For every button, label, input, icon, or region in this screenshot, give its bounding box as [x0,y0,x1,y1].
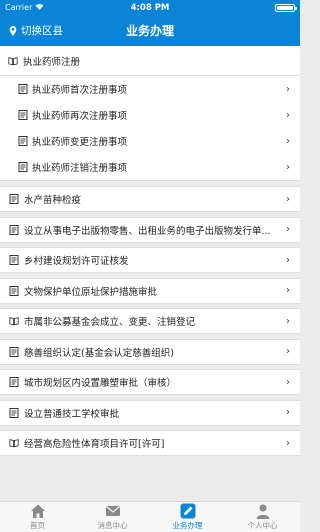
wifi-icon [35,3,44,12]
chevron-right-icon: › [286,109,290,121]
document-icon [9,377,19,387]
service-row[interactable]: 经营高危险性体育项目许可[许可] › [0,430,300,456]
carrier-label: Carrier [5,3,33,12]
tab-label: 业务办理 [172,521,203,530]
service-row-label: 慈善组织认定(基金会认定慈善组织) [24,347,174,359]
region-label: 切换区县 [21,25,63,37]
document-icon [18,136,28,146]
tab-home[interactable]: 首页 [0,502,75,532]
location-pin-icon [9,25,17,36]
document-icon [9,346,19,357]
service-row[interactable]: 水产苗种检疫 › [0,186,300,212]
document-icon [9,194,19,204]
chevron-right-icon: › [286,285,290,296]
service-row-label: 乡村建设规划许可证核发 [24,256,129,267]
chevron-right-icon: › [286,407,290,418]
chevron-right-icon: › [286,83,290,95]
battery-icon [275,3,297,12]
service-row-label: 市属非公募基金会成立、变更、注销登记 [24,317,196,328]
document-icon [9,255,19,265]
group-title: 执业药师注册 [23,56,81,68]
service-row-label: 城市规划区内设置雕塑审批（审核） [24,378,177,389]
tab-message[interactable]: 消息中心 [75,502,150,532]
tab-label: 首页 [30,521,45,530]
service-sub-item[interactable]: 执业药师再次注册事项 › [0,102,300,128]
service-row[interactable]: 设立从事电子出版物零售、出租业务的电子出版物发行单... › [0,216,300,243]
tab-user[interactable]: 个人中心 [225,502,300,532]
user-icon [255,503,271,519]
status-bar: Carrier 4:08 PM [0,0,300,15]
message-icon [105,503,121,519]
chevron-right-icon: › [286,315,290,327]
chevron-right-icon: › [286,193,290,205]
service-row-label: 水产苗种检疫 [24,195,82,206]
document-icon [18,110,28,120]
service-row[interactable]: 设立普通技工学校审批 › [0,399,300,426]
tab-label: 个人中心 [247,521,278,530]
service-row[interactable]: 城市规划区内设置雕塑审批（审核） › [0,369,300,395]
service-sub-item[interactable]: 执业药师首次注册事项 › [0,76,300,102]
service-sub-item[interactable]: 执业药师注销注册事项 › [0,154,300,180]
tab-bar: 首页 消息中心 业务办理 个人中心 [0,501,300,532]
service-sub-item[interactable]: 执业药师变更注册事项 › [0,128,300,154]
chevron-right-icon: › [286,161,290,173]
service-sub-item-label: 执业药师首次注册事项 [32,85,128,96]
chevron-right-icon: › [286,254,290,266]
home-icon [30,503,46,519]
service-row-label: 文物保护单位原址保护措施审批 [24,286,158,298]
chevron-right-icon: › [286,135,290,147]
edit-icon [180,503,196,519]
document-icon [9,407,19,418]
tab-label: 消息中心 [97,521,128,530]
service-row-label: 设立从事电子出版物零售、出租业务的电子出版物发行单... [24,225,271,237]
service-list: 执业药师注册 执业药师首次注册事项 › 执业药师再次注册事项 › 执业药师变更注册事项 ›… [0,46,300,501]
service-row[interactable]: 乡村建设规划许可证核发 › [0,247,300,273]
document-icon [9,224,19,235]
chevron-right-icon: › [286,346,290,357]
service-row[interactable]: 慈善组织认定(基金会认定慈善组织) › [0,338,300,365]
tab-edit[interactable]: 业务办理 [150,502,225,532]
pharmacist-group: 执业药师注册 执业药师首次注册事项 › 执业药师再次注册事项 › 执业药师变更注册事项 ›… [0,46,300,181]
status-time: 4:08 PM [130,2,170,13]
chevron-right-icon: › [286,224,290,235]
service-sub-item-label: 执业药师变更注册事项 [32,137,128,148]
document-icon [18,162,28,172]
service-row[interactable]: 文物保护单位原址保护措施审批 › [0,277,300,304]
chevron-right-icon: › [286,376,290,388]
service-sub-item-label: 执业药师注销注册事项 [32,163,128,174]
book-icon [8,56,18,65]
group-header[interactable]: 执业药师注册 [0,46,300,76]
service-sub-item-label: 执业药师再次注册事项 [32,111,128,122]
region-switch-button[interactable]: 切换区县 [0,23,90,38]
chevron-right-icon: › [286,437,290,449]
service-row-label: 设立普通技工学校审批 [24,408,120,420]
document-icon [9,285,19,296]
nav-bar: 切换区县 业务办理 [0,15,300,46]
document-icon [18,84,28,94]
book-icon [9,439,19,448]
service-row-label: 经营高危险性体育项目许可[许可] [24,439,165,450]
service-row[interactable]: 市属非公募基金会成立、变更、注销登记 › [0,308,300,334]
book-icon [9,317,19,326]
